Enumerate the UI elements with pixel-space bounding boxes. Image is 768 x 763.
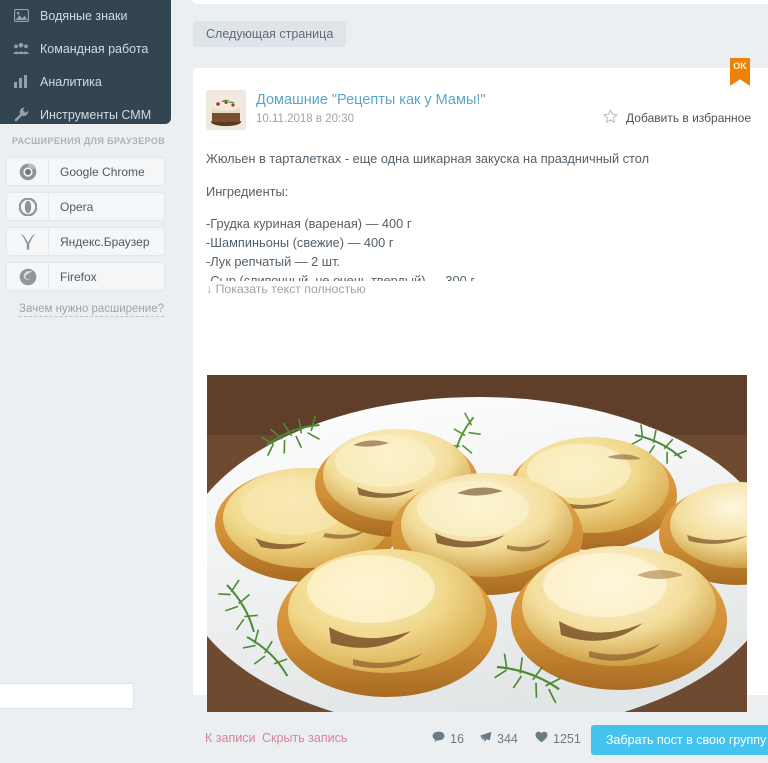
add-to-favorites-button[interactable]: Добавить в избранное xyxy=(603,109,751,127)
extension-item-label: Opera xyxy=(60,199,94,214)
sidebar-item-smm-tools[interactable]: Инструменты СММ xyxy=(0,98,171,131)
post-photo[interactable] xyxy=(207,375,747,712)
post-intro-line: Жюльен в тарталетках - еще одна шикарная… xyxy=(206,151,650,166)
text-spacer xyxy=(206,202,754,214)
sidebar-section-title: РАСШИРЕНИЯ ДЛЯ БРАУЗЕРОВ xyxy=(12,136,166,146)
opera-icon xyxy=(7,193,49,220)
add-to-favorites-label: Добавить в избранное xyxy=(626,111,751,125)
heart-icon xyxy=(535,731,548,746)
extension-item-firefox[interactable]: Firefox xyxy=(6,262,165,291)
likes-stat[interactable]: 1251 xyxy=(535,731,581,746)
comment-icon xyxy=(432,731,445,746)
ingredient-line: -Шампиньоны (свежие) — 400 г xyxy=(206,235,394,250)
post-footer: К записи Скрыть запись 16 344 1251 Забра… xyxy=(193,723,768,763)
ingredient-line: -Лук репчатый — 2 шт. xyxy=(206,254,341,269)
image-icon xyxy=(13,8,29,24)
text-spacer xyxy=(206,169,754,181)
chrome-icon xyxy=(7,158,49,185)
topbar-white-strip xyxy=(192,0,768,4)
sidebar-item-analytics[interactable]: Аналитика xyxy=(0,65,171,98)
ingredients-heading: Ингредиенты: xyxy=(206,184,289,199)
post-card: OK Домашние "Рецепты как у Мамы!" 10.11.… xyxy=(193,58,768,755)
wrench-icon xyxy=(13,107,29,123)
why-extension-link[interactable]: Зачем нужно расширение? xyxy=(19,303,164,317)
star-outline-icon xyxy=(603,109,618,127)
shares-count: 344 xyxy=(497,731,518,746)
share-megaphone-icon xyxy=(478,731,492,746)
show-full-text-link[interactable]: ↓ Показать текст полностью xyxy=(206,282,754,296)
group-name-link[interactable]: Домашние "Рецепты как у Мамы!" xyxy=(256,92,486,108)
extension-item-label: Firefox xyxy=(60,269,97,284)
extension-item-chrome[interactable]: Google Chrome xyxy=(6,157,165,186)
sidebar-item-watermarks[interactable]: Водяные знаки xyxy=(0,0,171,32)
ingredient-line-clipped: -Сыр (сливочный, не очень твердый) — 300… xyxy=(206,273,475,281)
extension-item-label: Яндекс.Браузер xyxy=(60,234,150,249)
post-text: Жюльен в тарталетках - еще одна шикарная… xyxy=(206,148,754,296)
ingredient-line: -Грудка куриная (вареная) — 400 г xyxy=(206,216,412,231)
bar-chart-icon xyxy=(13,74,29,90)
sidebar-item-label: Аналитика xyxy=(40,74,102,89)
shares-stat[interactable]: 344 xyxy=(478,731,518,746)
post-header: Домашние "Рецепты как у Мамы!" 10.11.201… xyxy=(193,68,768,130)
likes-count: 1251 xyxy=(553,731,581,746)
extension-item-opera[interactable]: Opera xyxy=(6,192,165,221)
hide-post-link[interactable]: Скрыть запись xyxy=(262,731,347,745)
sidebar-item-label: Инструменты СММ xyxy=(40,107,152,122)
go-to-post-link[interactable]: К записи xyxy=(205,731,255,745)
grab-post-button[interactable]: Забрать пост в свою группу xyxy=(591,725,768,755)
main-content: Следующая страница OK Домашние "Рецепты … xyxy=(171,0,768,755)
firefox-icon xyxy=(7,263,49,290)
comments-stat[interactable]: 16 xyxy=(432,731,464,746)
next-page-button[interactable]: Следующая страница xyxy=(193,21,347,47)
extension-item-label: Google Chrome xyxy=(60,164,145,179)
sidebar-item-label: Командная работа xyxy=(40,41,149,56)
bottom-left-panel xyxy=(0,683,134,709)
sidebar-item-teamwork[interactable]: Командная работа xyxy=(0,32,171,65)
top-bar: Следующая страница xyxy=(171,0,768,68)
sidebar: Водяные знаки Командная работа Аналитика… xyxy=(0,0,171,709)
comments-count: 16 xyxy=(450,731,464,746)
avatar[interactable] xyxy=(206,90,246,130)
yandex-browser-icon xyxy=(7,228,49,255)
post-date: 10.11.2018 в 20:30 xyxy=(256,113,354,125)
sidebar-item-label: Водяные знаки xyxy=(40,8,128,23)
extension-item-yandex-browser[interactable]: Яндекс.Браузер xyxy=(6,227,165,256)
team-icon xyxy=(13,41,29,57)
